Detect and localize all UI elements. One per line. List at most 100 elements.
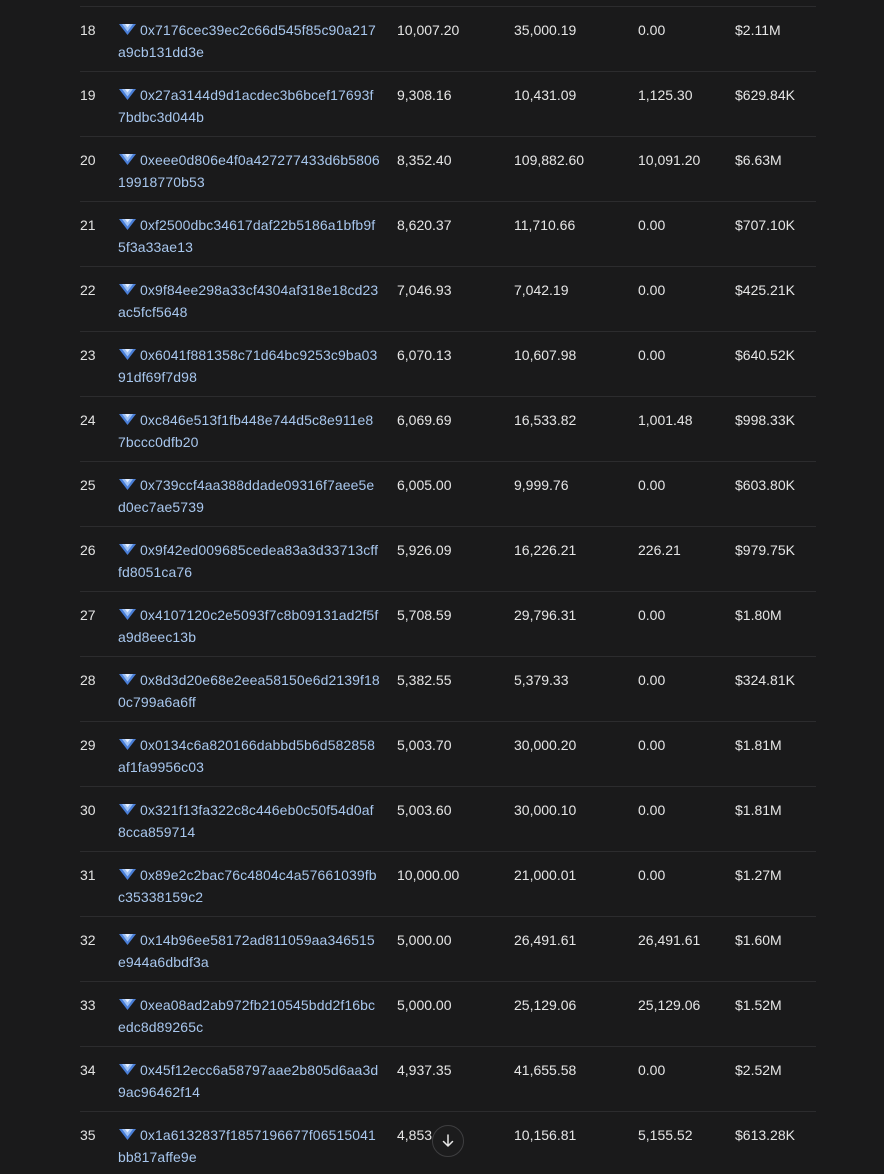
total-cell: 21,000.01 (514, 867, 577, 883)
vault-shield-icon (118, 85, 137, 100)
total-cell: 35,000.19 (514, 22, 577, 38)
usd-value-cell: $707.10K (735, 217, 795, 233)
address-text: 0x321f13fa322c8c446eb0c50f54d0af8cca8597… (118, 802, 374, 840)
address-text: 0x4107120c2e5093f7c8b09131ad2f5fa9d8eec1… (118, 607, 379, 645)
address-link[interactable]: 0x739ccf4aa388ddade09316f7aee5ed0ec7ae57… (118, 474, 380, 518)
usd-value-cell: $1.60M (735, 932, 782, 948)
scroll-down-button[interactable] (432, 1125, 464, 1157)
address-text: 0x8d3d20e68e2eea58150e6d2139f180c799a6a6… (118, 672, 380, 710)
vault-shield-icon (118, 1060, 137, 1075)
address-link[interactable]: 0xf2500dbc34617daf22b5186a1bfb9f5f3a33ae… (118, 214, 380, 258)
address-text: 0x9f42ed009685cedea83a3d33713cfffd8051ca… (118, 542, 379, 580)
pending-cell: 0.00 (638, 1062, 666, 1078)
pending-cell: 10,091.20 (638, 152, 701, 168)
table-row: 34 0x45f12ecc6a58797aae2b805d6aa3d9ac9646… (80, 1047, 816, 1112)
total-cell: 109,882.60 (514, 152, 585, 168)
table-row: 21 0xf2500dbc34617daf22b5186a1bfb9f5f3a33… (80, 202, 816, 267)
table-row: 23 0x6041f881358c71d64bc9253c9ba0391df69f… (80, 332, 816, 397)
address-text: 0x739ccf4aa388ddade09316f7aee5ed0ec7ae57… (118, 477, 375, 515)
total-cell: 30,000.10 (514, 802, 577, 818)
usd-value-cell: $1.27M (735, 867, 782, 883)
address-link[interactable]: 0xc846e513f1fb448e744d5c8e911e87bccc0dfb… (118, 409, 380, 453)
rank-cell: 20 (80, 152, 96, 168)
address-link[interactable]: 0x89e2c2bac76c4804c4a57661039fbc35338159… (118, 864, 380, 908)
balance-cell: 4,853 (397, 1127, 433, 1143)
address-link[interactable]: 0x27a3144d9d1acdec3b6bcef17693f7bdbc3d04… (118, 84, 380, 128)
address-text: 0x6041f881358c71d64bc9253c9ba0391df69f7d… (118, 347, 378, 385)
vault-shield-icon (118, 280, 137, 295)
balance-cell: 6,070.13 (397, 347, 452, 363)
address-link[interactable]: 0x8d3d20e68e2eea58150e6d2139f180c799a6a6… (118, 669, 380, 713)
table-row: 19 0x27a3144d9d1acdec3b6bcef17693f7bdbc3d… (80, 72, 816, 137)
balance-cell: 4,937.35 (397, 1062, 452, 1078)
vault-shield-icon (118, 800, 137, 815)
table-row: 28 0x8d3d20e68e2eea58150e6d2139f180c799a6… (80, 657, 816, 722)
address-link[interactable]: 0x321f13fa322c8c446eb0c50f54d0af8cca8597… (118, 799, 380, 843)
address-text: 0xea08ad2ab972fb210545bdd2f16bcedc8d8926… (118, 997, 376, 1035)
pending-cell: 0.00 (638, 737, 666, 753)
vault-shield-icon (118, 215, 137, 230)
address-text: 0x89e2c2bac76c4804c4a57661039fbc35338159… (118, 867, 377, 905)
balance-cell: 6,005.00 (397, 477, 452, 493)
balance-cell: 5,382.55 (397, 672, 452, 688)
address-link[interactable]: 0xeee0d806e4f0a427277433d6b580619918770b… (118, 149, 380, 193)
pending-cell: 0.00 (638, 672, 666, 688)
balance-cell: 5,926.09 (397, 542, 452, 558)
balance-cell: 10,000.00 (397, 867, 460, 883)
pending-cell: 5,155.52 (638, 1127, 693, 1143)
pending-cell: 0.00 (638, 347, 666, 363)
table-row: 24 0xc846e513f1fb448e744d5c8e911e87bccc0d… (80, 397, 816, 462)
address-link[interactable]: 0x9f42ed009685cedea83a3d33713cfffd8051ca… (118, 539, 380, 583)
address-link[interactable]: 0x0134c6a820166dabbd5b6d582858af1fa9956c… (118, 734, 380, 778)
usd-value-cell: $1.80M (735, 607, 782, 623)
vault-shield-icon (118, 410, 137, 425)
table-row: 20 0xeee0d806e4f0a427277433d6b58061991877… (80, 137, 816, 202)
rank-cell: 29 (80, 737, 96, 753)
pending-cell: 226.21 (638, 542, 681, 558)
total-cell: 10,607.98 (514, 347, 577, 363)
table-row: 25 0x739ccf4aa388ddade09316f7aee5ed0ec7ae… (80, 462, 816, 527)
pending-cell: 1,125.30 (638, 87, 693, 103)
usd-value-cell: $603.80K (735, 477, 795, 493)
vault-shield-icon (118, 345, 137, 360)
address-text: 0x27a3144d9d1acdec3b6bcef17693f7bdbc3d04… (118, 87, 374, 125)
address-link[interactable]: 0x9f84ee298a33cf4304af318e18cd23ac5fcf56… (118, 279, 380, 323)
address-link[interactable]: 0x7176cec39ec2c66d545f85c90a217a9cb131dd… (118, 19, 380, 63)
usd-value-cell: $324.81K (735, 672, 795, 688)
pending-cell: 0.00 (638, 802, 666, 818)
address-link[interactable]: 0x4107120c2e5093f7c8b09131ad2f5fa9d8eec1… (118, 604, 380, 648)
rank-cell: 18 (80, 22, 96, 38)
address-link[interactable]: 0xea08ad2ab972fb210545bdd2f16bcedc8d8926… (118, 994, 380, 1038)
table-row: 18 0x7176cec39ec2c66d545f85c90a217a9cb131… (80, 7, 816, 72)
rank-cell: 35 (80, 1127, 96, 1143)
address-link[interactable]: 0x14b96ee58172ad811059aa346515e944a6dbdf… (118, 929, 380, 973)
address-link[interactable]: 0x1a6132837f1857196677f06515041bb817affe… (118, 1124, 380, 1168)
table-row: 29 0x0134c6a820166dabbd5b6d582858af1fa995… (80, 722, 816, 787)
rank-cell: 31 (80, 867, 96, 883)
address-text: 0x7176cec39ec2c66d545f85c90a217a9cb131dd… (118, 22, 376, 60)
balance-cell: 9,308.16 (397, 87, 452, 103)
rank-cell: 30 (80, 802, 96, 818)
total-cell: 29,796.31 (514, 607, 577, 623)
address-link[interactable]: 0x6041f881358c71d64bc9253c9ba0391df69f7d… (118, 344, 380, 388)
address-text: 0xc846e513f1fb448e744d5c8e911e87bccc0dfb… (118, 412, 374, 450)
pending-cell: 0.00 (638, 217, 666, 233)
rank-cell: 21 (80, 217, 96, 233)
usd-value-cell: $640.52K (735, 347, 795, 363)
balance-cell: 7,046.93 (397, 282, 452, 298)
total-cell: 11,710.66 (514, 217, 576, 233)
total-cell: 10,431.09 (514, 87, 577, 103)
address-text: 0x14b96ee58172ad811059aa346515e944a6dbdf… (118, 932, 375, 970)
usd-value-cell: $1.52M (735, 997, 782, 1013)
rank-cell: 24 (80, 412, 96, 428)
balance-cell: 5,000.00 (397, 932, 452, 948)
total-cell: 30,000.20 (514, 737, 577, 753)
usd-value-cell: $1.81M (735, 802, 782, 818)
total-cell: 10,156.81 (514, 1127, 577, 1143)
pending-cell: 25,129.06 (638, 997, 701, 1013)
table-row: 170x51e7a6fc0ebd1d53fcc9c4a0c1bdfd3a27f0… (80, 0, 816, 7)
table-row: 32 0x14b96ee58172ad811059aa346515e944a6db… (80, 917, 816, 982)
address-link[interactable]: 0x45f12ecc6a58797aae2b805d6aa3d9ac96462f… (118, 1059, 380, 1103)
address-text: 0xeee0d806e4f0a427277433d6b580619918770b… (118, 152, 380, 190)
rank-cell: 22 (80, 282, 96, 298)
